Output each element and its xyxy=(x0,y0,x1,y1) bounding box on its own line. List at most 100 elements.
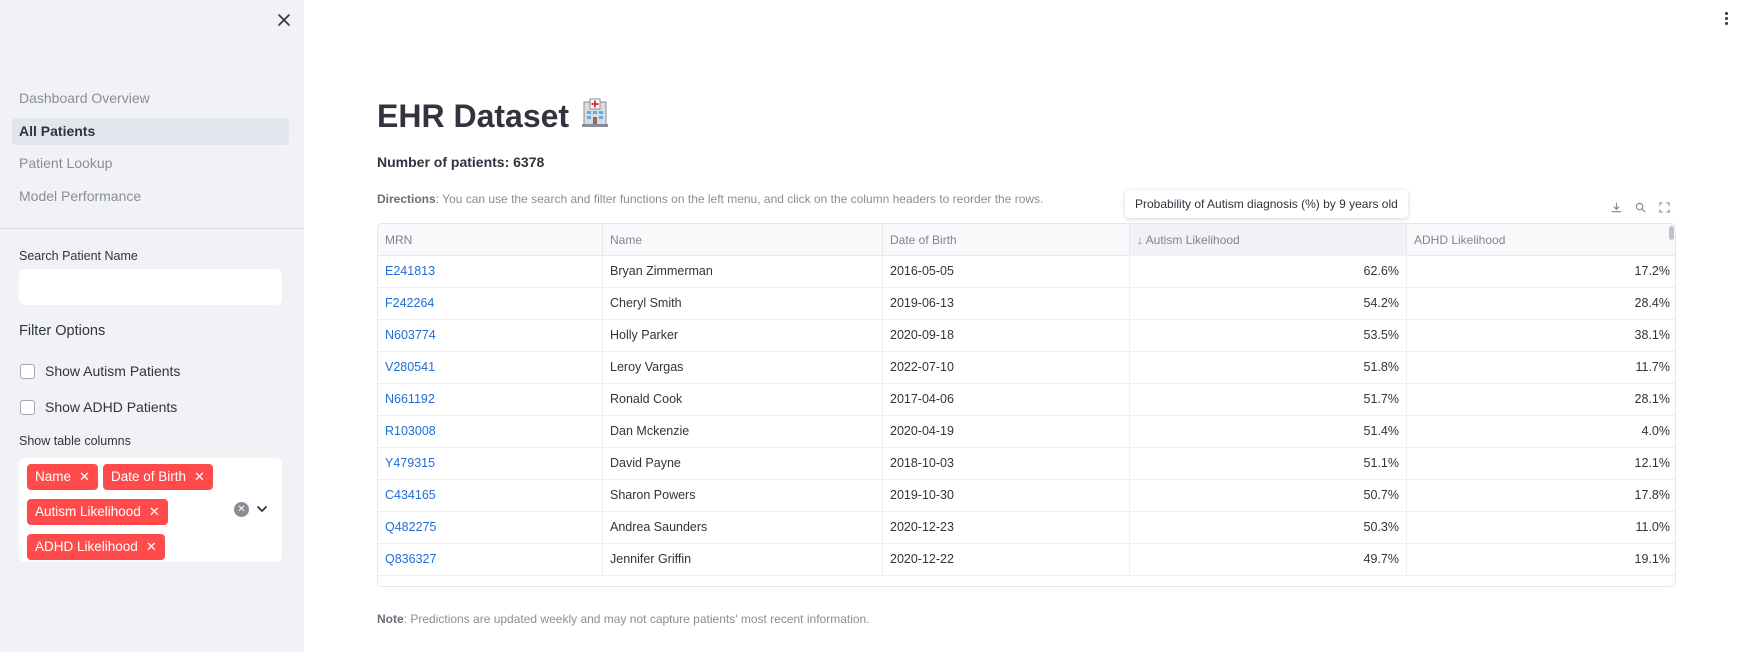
name-cell: Leroy Vargas xyxy=(603,352,883,384)
adhd-likelihood-cell: 19.1% xyxy=(1634,552,1670,566)
mrn-cell[interactable]: Q482275 xyxy=(378,512,603,544)
dob-cell: 2022-07-10 xyxy=(883,352,1130,384)
mrn-cell[interactable]: Y479315 xyxy=(378,448,603,480)
main-menu-icon[interactable] xyxy=(1718,8,1734,28)
remove-tag-icon[interactable]: ✕ xyxy=(194,464,205,490)
column-tag-label: Name xyxy=(35,469,72,484)
autism-likelihood-cell: 54.2% xyxy=(1130,288,1407,320)
autism-likelihood-cell: 50.3% xyxy=(1130,512,1407,544)
column-tag-label: Autism Likelihood xyxy=(35,504,141,519)
note-body: : Predictions are updated weekly and may… xyxy=(403,612,870,626)
adhd-likelihood-cell: 12.1% xyxy=(1634,456,1670,470)
dob-cell: 2020-12-23 xyxy=(883,512,1130,544)
table-row[interactable]: R103008 Dan Mckenzie 2020-04-19 51.4% 4.0% xyxy=(378,416,1675,448)
show-autism-checkbox-row[interactable]: Show Autism Patients xyxy=(20,363,180,379)
nav-item-model-performance[interactable]: Model Performance xyxy=(12,183,289,210)
mrn-cell[interactable]: E241813 xyxy=(378,256,603,288)
sidebar-divider xyxy=(0,228,304,229)
table-scrollbar[interactable] xyxy=(1669,226,1674,240)
name-cell: Cheryl Smith xyxy=(603,288,883,320)
search-icon[interactable] xyxy=(1632,199,1648,215)
mrn-cell[interactable]: F242264 xyxy=(378,288,603,320)
chevron-down-icon[interactable] xyxy=(255,502,269,516)
adhd-likelihood-cell: 11.7% xyxy=(1635,360,1670,374)
dob-cell: 2020-09-18 xyxy=(883,320,1130,352)
column-header-name[interactable]: Name xyxy=(603,224,883,256)
search-label: Search Patient Name xyxy=(19,249,138,263)
table-row[interactable]: Q836327 Jennifer Griffin 2020-12-22 49.7% 19… xyxy=(378,544,1675,576)
clear-all-icon[interactable]: ✕ xyxy=(234,502,249,517)
note-label: Note xyxy=(377,612,404,626)
table-row[interactable]: Y479315 David Payne 2018-10-03 51.1% 12.1% xyxy=(378,448,1675,480)
page-title: EHR Dataset xyxy=(377,96,611,136)
dob-cell: 2016-05-05 xyxy=(883,256,1130,288)
name-cell: Dan Mckenzie xyxy=(603,416,883,448)
close-sidebar-icon[interactable] xyxy=(272,8,296,32)
autism-likelihood-cell: 51.8% xyxy=(1130,352,1407,384)
table-row[interactable]: C434165 Sharon Powers 2019-10-30 50.7% 17.8% xyxy=(378,480,1675,512)
column-header-date-of-birth[interactable]: Date of Birth xyxy=(883,224,1130,256)
table-row[interactable]: N603774 Holly Parker 2020-09-18 53.5% 38.1% xyxy=(378,320,1675,352)
column-tag-date-of-birth: Date of Birth ✕ xyxy=(103,464,213,490)
show-adhd-checkbox[interactable] xyxy=(20,399,35,415)
directions-text: Directions: You can use the search and f… xyxy=(377,192,1043,206)
autism-likelihood-cell: 51.4% xyxy=(1130,416,1407,448)
download-icon[interactable] xyxy=(1608,199,1624,215)
mrn-cell[interactable]: N661192 xyxy=(378,384,603,416)
table-row[interactable]: V280541 Leroy Vargas 2022-07-10 51.8% 11.7% xyxy=(378,352,1675,384)
dob-cell: 2019-10-30 xyxy=(883,480,1130,512)
adhd-likelihood-cell: 11.0% xyxy=(1635,520,1670,534)
mrn-cell[interactable]: R103008 xyxy=(378,416,603,448)
mrn-cell[interactable]: Q836327 xyxy=(378,544,603,576)
table-toolbar xyxy=(1608,199,1672,215)
remove-tag-icon[interactable]: ✕ xyxy=(146,534,157,560)
name-cell: David Payne xyxy=(603,448,883,480)
name-cell: Sharon Powers xyxy=(603,480,883,512)
nav-item-all-patients[interactable]: All Patients xyxy=(12,117,289,145)
name-cell: Bryan Zimmerman xyxy=(603,256,883,288)
adhd-likelihood-cell: 28.4% xyxy=(1634,296,1670,310)
autism-likelihood-cell: 51.7% xyxy=(1130,384,1407,416)
column-tooltip: Probability of Autism diagnosis (%) by 9… xyxy=(1125,190,1408,218)
mrn-cell[interactable]: C434165 xyxy=(378,480,603,512)
patient-count: Number of patients: 6378 xyxy=(377,154,545,170)
dob-cell: 2018-10-03 xyxy=(883,448,1130,480)
remove-tag-icon[interactable]: ✕ xyxy=(79,464,90,490)
table-row[interactable]: Q482275 Andrea Saunders 2020-12-23 50.3% 11.… xyxy=(378,512,1675,544)
adhd-likelihood-cell: 4.0% xyxy=(1641,424,1671,438)
table-row[interactable]: E241813 Bryan Zimmerman 2016-05-05 62.6% 17.… xyxy=(378,256,1675,288)
column-header-autism-likelihood[interactable]: ↓ Autism Likelihood xyxy=(1130,224,1407,256)
adhd-likelihood-cell: 38.1% xyxy=(1634,328,1670,342)
dob-cell: 2017-04-06 xyxy=(883,384,1130,416)
column-tag-adhd-likelihood: ADHD Likelihood ✕ xyxy=(27,534,165,560)
column-header-adhd-likelihood[interactable]: ADHD Likelihood xyxy=(1407,224,1675,256)
page-title-text: EHR Dataset xyxy=(377,97,570,134)
nav-item-dashboard-overview[interactable]: Dashboard Overview xyxy=(12,85,289,112)
remove-tag-icon[interactable]: ✕ xyxy=(149,499,160,525)
patients-table: MRN Name Date of Birth ↓ Autism Likeliho… xyxy=(377,223,1676,587)
show-adhd-checkbox-row[interactable]: Show ADHD Patients xyxy=(20,399,177,415)
dob-cell: 2020-04-19 xyxy=(883,416,1130,448)
nav-item-patient-lookup[interactable]: Patient Lookup xyxy=(12,150,289,177)
hospital-icon xyxy=(579,96,611,136)
show-adhd-label: Show ADHD Patients xyxy=(45,399,178,415)
adhd-likelihood-cell: 17.2% xyxy=(1634,264,1670,278)
adhd-likelihood-cell: 28.1% xyxy=(1634,392,1670,406)
columns-multiselect[interactable]: Name ✕ Date of Birth ✕ Autism Likelihood… xyxy=(19,458,282,562)
autism-likelihood-cell: 62.6% xyxy=(1130,256,1407,288)
show-autism-checkbox[interactable] xyxy=(20,363,35,379)
column-header-mrn[interactable]: MRN xyxy=(378,224,603,256)
fullscreen-icon[interactable] xyxy=(1656,199,1672,215)
mrn-cell[interactable]: N603774 xyxy=(378,320,603,352)
mrn-cell[interactable]: V280541 xyxy=(378,352,603,384)
table-row[interactable]: N661192 Ronald Cook 2017-04-06 51.7% 28.1% xyxy=(378,384,1675,416)
table-header: MRN Name Date of Birth ↓ Autism Likeliho… xyxy=(378,224,1675,256)
column-tag-name: Name ✕ xyxy=(27,464,98,490)
name-cell: Ronald Cook xyxy=(603,384,883,416)
name-cell: Jennifer Griffin xyxy=(603,544,883,576)
note-text: Note: Predictions are updated weekly and… xyxy=(377,612,870,626)
autism-likelihood-cell: 50.7% xyxy=(1130,480,1407,512)
show-columns-label: Show table columns xyxy=(19,434,131,448)
search-patient-input[interactable] xyxy=(19,269,282,305)
table-row[interactable]: F242264 Cheryl Smith 2019-06-13 54.2% 28.4% xyxy=(378,288,1675,320)
